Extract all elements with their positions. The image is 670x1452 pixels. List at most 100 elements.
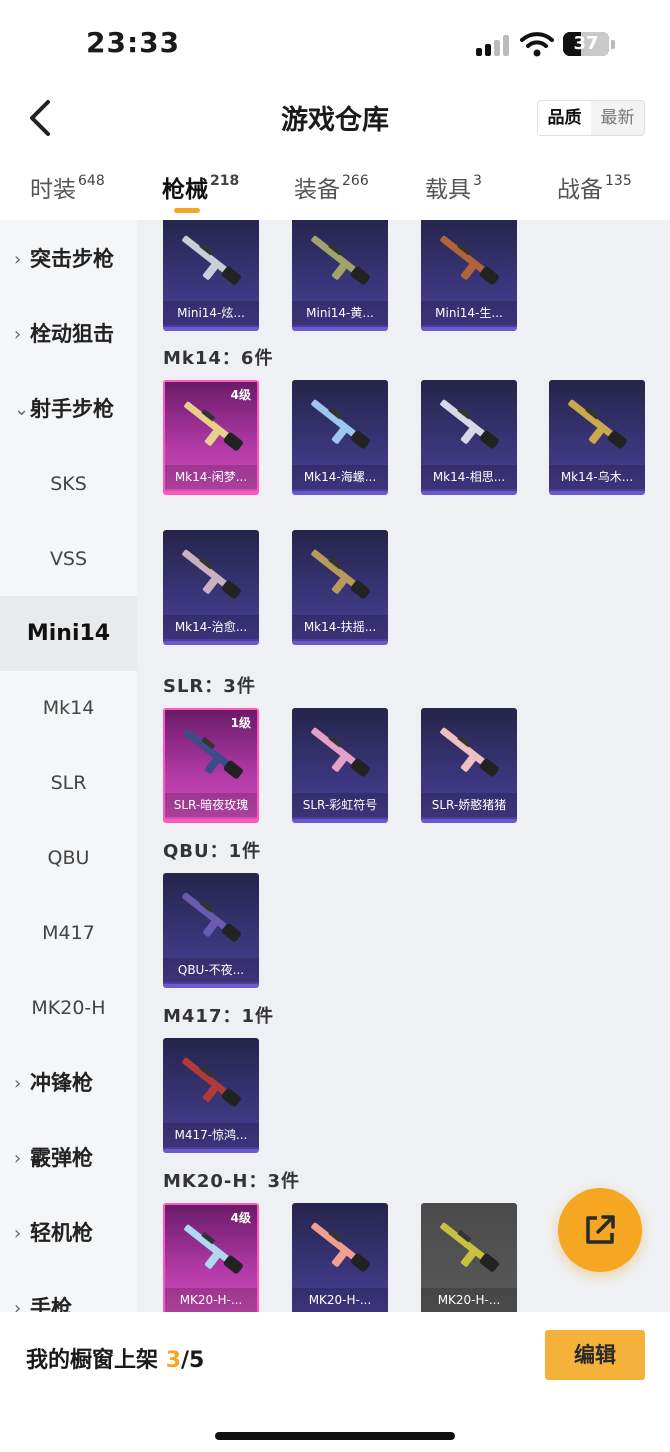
share-icon <box>586 1215 615 1244</box>
battery-icon: 37 <box>563 32 609 56</box>
sidebar-item-smg[interactable]: › 冲锋枪 <box>0 1046 137 1121</box>
tab-equipment[interactable]: 装备 266 <box>294 170 369 204</box>
sidebar-item-sks[interactable]: SKS <box>0 447 137 522</box>
weapon-name: Mini14-炫... <box>163 301 259 325</box>
weapon-card[interactable]: 4级 MK20-H-... <box>163 1203 259 1312</box>
chevron-down-icon: ⌄ <box>14 399 30 420</box>
sidebar-item-vss[interactable]: VSS <box>0 522 137 597</box>
sidebar-item-slr[interactable]: SLR <box>0 746 137 821</box>
weapon-name: Mini14-生... <box>421 301 517 325</box>
rifle-icon <box>182 549 241 599</box>
sidebar-item-bolt-sniper[interactable]: › 栓动狙击 <box>0 297 137 372</box>
weapon-card[interactable]: Mk14-海螺... <box>292 380 388 495</box>
edit-button[interactable]: 编辑 <box>545 1330 645 1380</box>
showcase-count: 3 <box>165 1348 181 1373</box>
group-label: SLR：3件 <box>163 676 256 697</box>
status-time: 23:33 <box>86 26 181 59</box>
weapon-card[interactable]: Mk14-乌木... <box>549 380 645 495</box>
weapon-card[interactable]: SLR-娇憨猪猪 <box>421 708 517 823</box>
weapon-card[interactable]: Mini14-炫... <box>163 220 259 331</box>
cellular-signal-icon <box>476 34 512 56</box>
tab-guns[interactable]: 枪械 218 <box>162 170 239 204</box>
share-button[interactable] <box>558 1188 642 1272</box>
chevron-right-icon: › <box>14 1073 22 1094</box>
weapon-card[interactable]: Mk14-治愈... <box>163 530 259 645</box>
group-label: QBU：1件 <box>163 841 262 862</box>
weapon-card[interactable]: 1级 SLR-暗夜玫瑰 <box>163 708 259 823</box>
rifle-icon <box>311 727 370 777</box>
battery-level: 37 <box>573 33 599 54</box>
sort-quality-button[interactable]: 品质 <box>538 101 591 135</box>
weapon-name: Mk14-乌木... <box>549 465 645 489</box>
chevron-right-icon: › <box>14 1298 22 1312</box>
rifle-icon <box>311 399 370 449</box>
rifle-icon <box>440 1222 499 1272</box>
sidebar-item-marksman-rifle[interactable]: ⌄ 射手步枪 <box>0 372 137 447</box>
tab-fashion[interactable]: 时装 648 <box>30 170 105 204</box>
weapon-card[interactable]: MK20-H-... <box>421 1203 517 1312</box>
sidebar-item-m417[interactable]: M417 <box>0 896 137 971</box>
category-tabs: 时装 648 枪械 218 装备 266 载具 3 战备 135 <box>0 158 670 220</box>
chevron-right-icon: › <box>14 1148 22 1169</box>
weapon-name: QBU-不夜... <box>163 958 259 982</box>
weapon-name: Mk14-相思... <box>421 465 517 489</box>
rifle-icon <box>311 1222 370 1272</box>
weapon-card[interactable]: SLR-彩虹符号 <box>292 708 388 823</box>
group-label: Mk14：6件 <box>163 348 274 369</box>
weapon-type-sidebar: › 突击步枪 › 栓动狙击 ⌄ 射手步枪 SKS VSS Mini14 Mk14 SL… <box>0 220 137 1312</box>
weapon-card[interactable]: MK20-H-... <box>292 1203 388 1312</box>
sidebar-item-shotgun[interactable]: › 霰弹枪 <box>0 1121 137 1196</box>
weapon-name: Mk14-扶摇... <box>292 615 388 639</box>
rifle-icon <box>182 892 241 942</box>
group-label: MK20-H：3件 <box>163 1171 300 1192</box>
weapon-name: SLR-娇憨猪猪 <box>421 793 517 817</box>
wifi-icon <box>520 32 554 57</box>
app-header: 游戏仓库 品质 最新 <box>0 88 670 152</box>
status-bar: 23:33 37 <box>0 0 670 88</box>
weapon-card[interactable]: QBU-不夜... <box>163 873 259 988</box>
weapon-card[interactable]: Mk14-相思... <box>421 380 517 495</box>
rifle-icon <box>440 727 499 777</box>
rifle-icon <box>182 235 241 285</box>
level-badge: 1级 <box>230 716 251 730</box>
weapon-card[interactable]: M417-惊鸿... <box>163 1038 259 1153</box>
tab-supplies[interactable]: 战备 135 <box>557 170 632 204</box>
weapon-name: M417-惊鸿... <box>163 1123 259 1147</box>
chevron-right-icon: › <box>14 1223 22 1244</box>
tab-vehicles[interactable]: 载具 3 <box>425 170 482 204</box>
sidebar-item-mini14[interactable]: Mini14 <box>0 596 137 671</box>
sidebar-item-pistol[interactable]: › 手枪 <box>0 1271 137 1312</box>
sidebar-item-lmg[interactable]: › 轻机枪 <box>0 1196 137 1271</box>
rifle-icon <box>311 235 370 285</box>
level-badge: 4级 <box>230 388 251 402</box>
sidebar-item-mk14[interactable]: Mk14 <box>0 671 137 746</box>
rifle-icon <box>182 1057 241 1107</box>
sort-newest-button[interactable]: 最新 <box>591 101 644 135</box>
weapon-name: Mk14-闲梦... <box>165 465 257 489</box>
rifle-icon <box>440 399 499 449</box>
weapon-grid: Mini14-炫... Mini14-黄... Mini14-生... Mk14：6件… <box>137 220 670 1312</box>
weapon-name: MK20-H-... <box>292 1288 388 1312</box>
weapon-card[interactable]: 4级 Mk14-闲梦... <box>163 380 259 495</box>
sidebar-item-mk20h[interactable]: MK20-H <box>0 971 137 1046</box>
rifle-icon <box>568 399 627 449</box>
weapon-name: MK20-H-... <box>165 1288 257 1312</box>
showcase-status: 我的橱窗上架 3/5 <box>26 1348 205 1373</box>
weapon-name: Mk14-海螺... <box>292 465 388 489</box>
rifle-icon <box>311 549 370 599</box>
rifle-icon <box>440 235 499 285</box>
home-indicator <box>215 1432 455 1440</box>
weapon-card[interactable]: Mini14-黄... <box>292 220 388 331</box>
sidebar-item-assault-rifle[interactable]: › 突击步枪 <box>0 222 137 297</box>
level-badge: 4级 <box>230 1211 251 1225</box>
weapon-card[interactable]: Mk14-扶摇... <box>292 530 388 645</box>
chevron-right-icon: › <box>14 249 22 270</box>
weapon-card[interactable]: Mini14-生... <box>421 220 517 331</box>
group-label: M417：1件 <box>163 1006 275 1027</box>
sort-toggle: 品质 最新 <box>537 100 645 136</box>
weapon-name: MK20-H-... <box>421 1288 517 1312</box>
weapon-name: Mk14-治愈... <box>163 615 259 639</box>
sidebar-item-qbu[interactable]: QBU <box>0 821 137 896</box>
weapon-name: SLR-彩虹符号 <box>292 793 388 817</box>
showcase-bar: 我的橱窗上架 3/5 编辑 <box>0 1312 670 1452</box>
